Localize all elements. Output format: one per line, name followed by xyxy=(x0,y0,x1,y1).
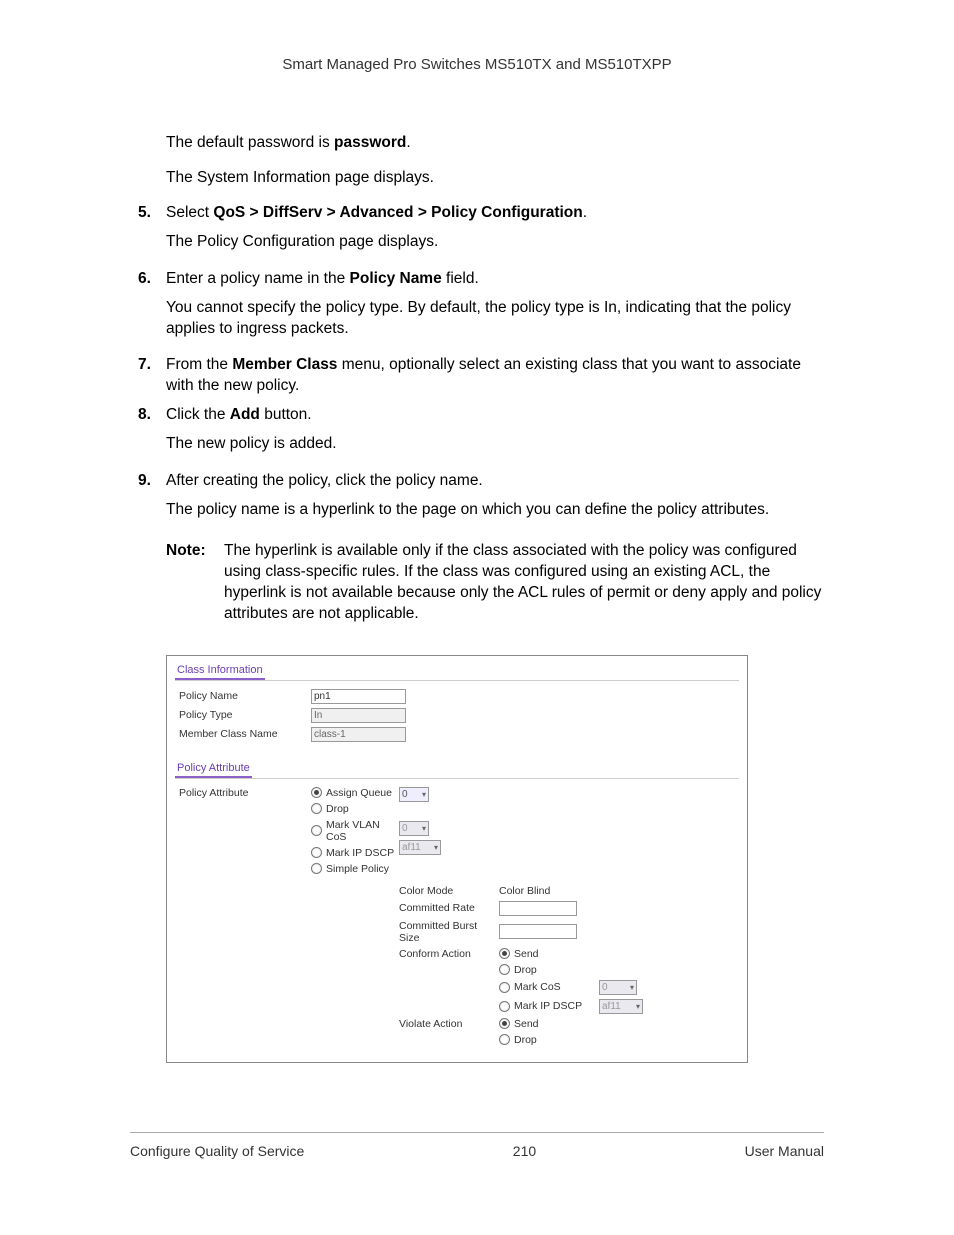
text: The default password is xyxy=(166,134,334,151)
chevron-down-icon: ▾ xyxy=(422,790,426,799)
violate-drop-label: Drop xyxy=(514,1034,537,1046)
radio-simple-policy[interactable] xyxy=(311,863,322,874)
member-class-input: class-1 xyxy=(311,727,406,742)
step-5: Select QoS > DiffServ > Advanced > Polic… xyxy=(130,203,824,253)
text: field. xyxy=(442,270,479,287)
note-label: Note: xyxy=(166,541,224,625)
field-name: Policy Name xyxy=(350,270,442,287)
text: After creating the policy, click the pol… xyxy=(166,472,483,489)
chevron-down-icon: ▾ xyxy=(422,824,426,833)
radio-mark-ip-label: Mark IP DSCP xyxy=(326,847,394,859)
text: Click the xyxy=(166,406,230,423)
button-name: Add xyxy=(230,406,260,423)
mark-ip-select[interactable]: af11 ▾ xyxy=(399,840,441,855)
radio-assign-queue-label: Assign Queue xyxy=(326,787,392,799)
radio-conform-mark-ip[interactable] xyxy=(499,1001,510,1012)
text: button. xyxy=(260,406,312,423)
radio-conform-send[interactable] xyxy=(499,948,510,959)
policy-name-input[interactable]: pn1 xyxy=(311,689,406,704)
policy-name-label: Policy Name xyxy=(179,690,311,702)
mark-vlan-select[interactable]: 0 ▾ xyxy=(399,821,429,836)
intro-line-1: The default password is password. xyxy=(166,133,824,154)
conform-mark-ip-select[interactable]: af11 ▾ xyxy=(599,999,643,1014)
radio-mark-vlan-label: Mark VLAN CoS xyxy=(326,819,399,843)
committed-burst-label: Committed Burst Size xyxy=(399,920,499,944)
member-class-label: Member Class Name xyxy=(179,728,311,740)
menu-name: Member Class xyxy=(232,356,337,373)
radio-mark-vlan-cos[interactable] xyxy=(311,825,322,836)
select-value: 0 xyxy=(402,789,408,800)
radio-mark-ip-dscp[interactable] xyxy=(311,847,322,858)
radio-conform-drop[interactable] xyxy=(499,964,510,975)
step-7: From the Member Class menu, optionally s… xyxy=(130,355,824,397)
chevron-down-icon: ▾ xyxy=(630,983,634,992)
conform-action-label: Conform Action xyxy=(399,948,499,960)
committed-burst-input[interactable] xyxy=(499,924,577,939)
conform-send-label: Send xyxy=(514,948,539,960)
violate-send-label: Send xyxy=(514,1018,539,1030)
policy-attribute-label: Policy Attribute xyxy=(179,785,311,877)
footer-left: Configure Quality of Service xyxy=(130,1143,304,1159)
text: . xyxy=(406,134,410,151)
footer-right: User Manual xyxy=(745,1143,824,1159)
page-footer: Configure Quality of Service 210 User Ma… xyxy=(130,1132,824,1159)
policy-type-input: In xyxy=(311,708,406,723)
section-class-information: Class Information xyxy=(175,662,265,680)
color-mode-label: Color Mode xyxy=(399,885,499,897)
step-8: Click the Add button. The new policy is … xyxy=(130,405,824,455)
radio-drop[interactable] xyxy=(311,803,322,814)
text: . xyxy=(583,204,587,221)
conform-mark-cos-select[interactable]: 0 ▾ xyxy=(599,980,637,995)
select-value: 0 xyxy=(602,982,608,993)
text: Enter a policy name in the xyxy=(166,270,350,287)
screenshot-figure: Class Information Policy Name pn1 Policy… xyxy=(166,655,748,1063)
conform-mark-ip-label: Mark IP DSCP xyxy=(514,1000,582,1012)
radio-assign-queue[interactable] xyxy=(311,787,322,798)
select-value: af11 xyxy=(602,1001,621,1012)
violate-action-label: Violate Action xyxy=(399,1018,499,1030)
radio-simple-label: Simple Policy xyxy=(326,863,389,875)
conform-mark-cos-label: Mark CoS xyxy=(514,981,561,993)
color-mode-value: Color Blind xyxy=(499,885,550,897)
text: Select xyxy=(166,204,213,221)
assign-queue-select[interactable]: 0 ▾ xyxy=(399,787,429,802)
policy-type-label: Policy Type xyxy=(179,709,311,721)
step-8-follow: The new policy is added. xyxy=(166,434,824,455)
intro-line-2: The System Information page displays. xyxy=(166,168,824,189)
radio-violate-send[interactable] xyxy=(499,1018,510,1029)
step-5-follow: The Policy Configuration page displays. xyxy=(166,232,824,253)
committed-rate-input[interactable] xyxy=(499,901,577,916)
section-policy-attribute: Policy Attribute xyxy=(175,760,252,778)
radio-drop-label: Drop xyxy=(326,803,349,815)
select-value: af11 xyxy=(402,842,421,853)
chevron-down-icon: ▾ xyxy=(434,843,438,852)
committed-rate-label: Committed Rate xyxy=(399,902,499,914)
step-9-follow: The policy name is a hyperlink to the pa… xyxy=(166,500,824,521)
chevron-down-icon: ▾ xyxy=(636,1002,640,1011)
step-9: After creating the policy, click the pol… xyxy=(130,471,824,521)
note-text: The hyperlink is available only if the c… xyxy=(224,541,824,625)
radio-conform-mark-cos[interactable] xyxy=(499,982,510,993)
menu-path: QoS > DiffServ > Advanced > Policy Confi… xyxy=(213,204,582,221)
select-value: 0 xyxy=(402,823,408,834)
radio-violate-drop[interactable] xyxy=(499,1034,510,1045)
page-header: Smart Managed Pro Switches MS510TX and M… xyxy=(130,56,824,73)
text: From the xyxy=(166,356,232,373)
step-6-follow: You cannot specify the policy type. By d… xyxy=(166,298,824,340)
conform-drop-label: Drop xyxy=(514,964,537,976)
password-literal: password xyxy=(334,134,406,151)
note-block: Note: The hyperlink is available only if… xyxy=(166,541,824,625)
step-6: Enter a policy name in the Policy Name f… xyxy=(130,269,824,340)
footer-page-number: 210 xyxy=(513,1143,536,1159)
